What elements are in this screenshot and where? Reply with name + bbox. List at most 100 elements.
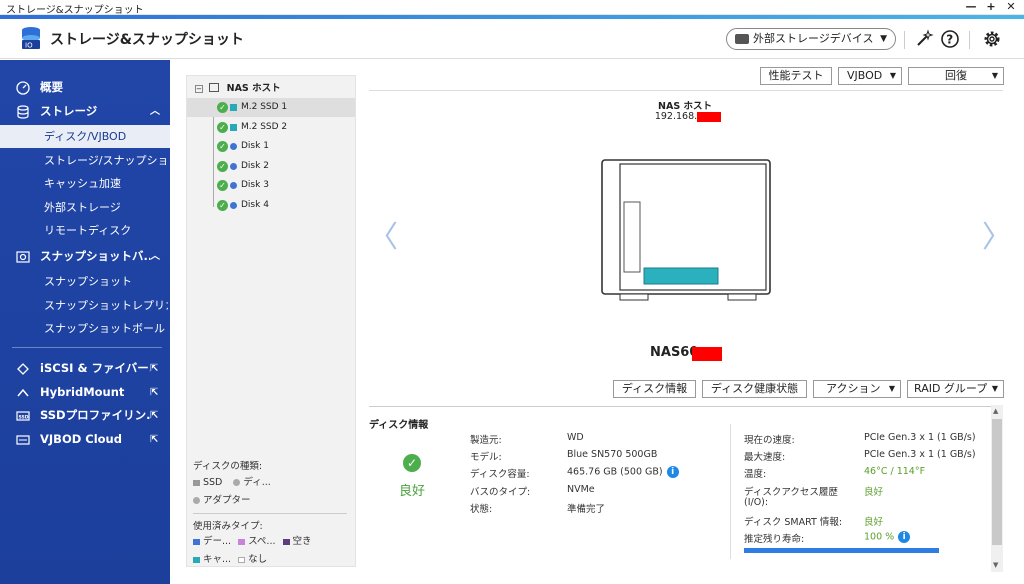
capacity-key: ディスク容量:	[470, 469, 530, 480]
external-storage-device-label: 外部ストレージデバイス	[753, 32, 874, 45]
disk-tree-panel: − NAS ホスト ✓ M.2 SSD 1 ✓ M.2 SSD 2 ✓ Disk…	[186, 75, 356, 567]
external-link-icon: ⇱	[150, 363, 159, 374]
sidebar-label: スナップショットボールト	[44, 322, 168, 335]
legend-disk: ディ...	[243, 477, 271, 488]
next-arrow-icon[interactable]: 〉	[982, 212, 1012, 256]
disk-info-title: ディスク情報	[369, 420, 429, 431]
recover-dropdown[interactable]: 回復 ▼	[908, 67, 1004, 85]
sidebar-label: 外部ストレージ	[44, 201, 121, 214]
sidebar-item-remote-disk[interactable]: リモートディスク	[0, 219, 170, 242]
space-swatch	[238, 538, 246, 545]
tree-item-disk-1[interactable]: ✓ Disk 1	[187, 137, 355, 156]
previous-arrow-icon[interactable]: 〈	[368, 212, 398, 256]
current-speed-value: PCIe Gen.3 x 1 (1 GB/s)	[864, 432, 976, 443]
usage-legend-row-1: デー... スペ... 空き	[193, 533, 312, 547]
window-titlebar: ストレージ&スナップショット — + ✕	[0, 0, 1024, 16]
tree-item-label: M.2 SSD 2	[241, 122, 288, 132]
info-icon[interactable]: i	[666, 466, 679, 478]
help-icon[interactable]: ?	[940, 29, 960, 49]
disk-swatch	[233, 479, 241, 486]
sidebar-item-ssd-profiling[interactable]: SSD SSDプロファイリン... ⇱	[0, 404, 170, 427]
scroll-up-icon[interactable]: ▲	[993, 407, 998, 415]
sidebar-item-overview[interactable]: 概要	[0, 76, 170, 99]
scrollbar-thumb[interactable]	[992, 419, 1002, 545]
external-storage-device-dropdown[interactable]: 外部ストレージデバイス ▼	[726, 28, 896, 50]
sidebar-item-disk-vjbod[interactable]: ディスク/VJBOD	[0, 125, 170, 148]
info-icon[interactable]: i	[898, 531, 911, 543]
chevron-down-icon: ▼	[889, 71, 896, 80]
sidebar-item-hybridmount[interactable]: HybridMount ⇱	[0, 381, 170, 404]
collapse-icon[interactable]: −	[195, 85, 203, 93]
sidebar-item-vjbod-cloud[interactable]: VJBOD Cloud ⇱	[0, 428, 170, 451]
info-scrollbar[interactable]: ▲ ▼	[991, 405, 1003, 572]
tree-item-disk-4[interactable]: ✓ Disk 4	[187, 196, 355, 215]
scroll-down-icon[interactable]: ▼	[993, 561, 998, 569]
nas-enclosure-illustration[interactable]	[600, 158, 772, 304]
sidebar-label: ディスク/VJBOD	[44, 130, 127, 143]
legend-none: なし	[248, 554, 268, 565]
disk-info-button[interactable]: ディスク情報	[613, 380, 696, 398]
sidebar-label: スナップショット	[44, 275, 132, 288]
info-column-divider	[730, 424, 731, 559]
tree-item-label: M.2 SSD 1	[241, 102, 288, 112]
tree-item-m2-ssd-2[interactable]: ✓ M.2 SSD 2	[187, 118, 355, 137]
ok-check-icon: ✓	[217, 141, 228, 152]
ok-check-icon: ✓	[217, 200, 228, 211]
maximize-button[interactable]: +	[984, 0, 998, 13]
action-dropdown[interactable]: アクション ▼	[813, 380, 901, 398]
ok-check-icon: ✓	[217, 180, 228, 191]
ssd-square-icon	[230, 104, 237, 111]
sidebar-label: スナップショットバ...	[40, 249, 150, 263]
tree-item-disk-3[interactable]: ✓ Disk 3	[187, 176, 355, 195]
hdd-dot-icon	[230, 202, 237, 209]
current-speed-key: 現在の速度:	[744, 435, 795, 446]
state-value: 準備完了	[567, 504, 606, 515]
remaining-life-bar	[744, 548, 939, 553]
sidebar-item-snapshot-vault[interactable]: スナップショットボールト	[0, 317, 170, 340]
svg-text:?: ?	[946, 33, 953, 47]
tree-root-label: NAS ホスト	[226, 83, 281, 94]
sidebar-label: VJBOD Cloud	[40, 432, 122, 446]
sidebar-group-snapshot-backup[interactable]: スナップショットバ... ︿	[0, 245, 170, 268]
tree-item-m2-ssd-1[interactable]: ✓ M.2 SSD 1	[187, 98, 355, 117]
sidebar-label: スナップショットレプリカ	[44, 299, 168, 312]
bus-type-value: NVMe	[567, 484, 595, 495]
sidebar-item-iscsi[interactable]: iSCSI & ファイバー... ⇱	[0, 357, 170, 380]
disk-type-legend: SSD ディ...	[193, 474, 271, 488]
minimize-button[interactable]: —	[964, 0, 978, 13]
nas-host-icon	[209, 83, 220, 92]
tree-item-disk-2[interactable]: ✓ Disk 2	[187, 157, 355, 176]
sidebar: 概要 ストレージ ︿ ディスク/VJBOD ストレージ/スナップショ キャッシュ…	[0, 60, 170, 584]
hdd-dot-icon	[230, 163, 237, 170]
raid-group-dropdown[interactable]: RAID グループ ▼	[907, 380, 1004, 398]
magic-wand-icon[interactable]	[914, 29, 934, 49]
app-title: ストレージ&スナップショット	[50, 32, 244, 48]
sidebar-item-external-storage[interactable]: 外部ストレージ	[0, 196, 170, 219]
sidebar-item-storage-snapshot[interactable]: ストレージ/スナップショ	[0, 149, 170, 172]
sidebar-label: HybridMount	[40, 385, 125, 399]
tree-root[interactable]: − NAS ホスト	[195, 80, 281, 94]
temperature-value: 46°C / 114°F	[864, 466, 926, 477]
cloud-icon	[16, 435, 30, 445]
disk-health-button[interactable]: ディスク健康状態	[702, 380, 807, 398]
settings-gear-icon[interactable]	[982, 29, 1002, 49]
sidebar-group-storage[interactable]: ストレージ ︿	[0, 100, 170, 123]
disk-type-legend-title: ディスクの種類:	[193, 461, 263, 472]
vjbod-dropdown[interactable]: VJBOD ▼	[838, 67, 902, 85]
sidebar-item-snapshot[interactable]: スナップショット	[0, 270, 170, 293]
hybridmount-icon	[17, 388, 29, 397]
remaining-life-bar-fill	[744, 548, 939, 553]
close-button[interactable]: ✕	[1004, 0, 1018, 13]
smart-info-value: 良好	[864, 517, 884, 528]
window-title: ストレージ&スナップショット	[6, 5, 144, 16]
capacity-value: 465.76 GB (500 GB) i	[567, 466, 679, 478]
sidebar-item-cache-acceleration[interactable]: キャッシュ加速	[0, 172, 170, 195]
performance-test-button[interactable]: 性能テスト	[760, 67, 832, 85]
sidebar-item-snapshot-replica[interactable]: スナップショットレプリカ	[0, 294, 170, 317]
storage-app-icon: IO	[22, 27, 40, 50]
sidebar-label: キャッシュ加速	[44, 177, 121, 190]
nas-ip-text: 192.168.	[654, 111, 698, 122]
ssd-swatch	[193, 479, 200, 486]
hdd-dot-icon	[230, 182, 237, 189]
legend-adapter: アダプター	[203, 495, 251, 506]
